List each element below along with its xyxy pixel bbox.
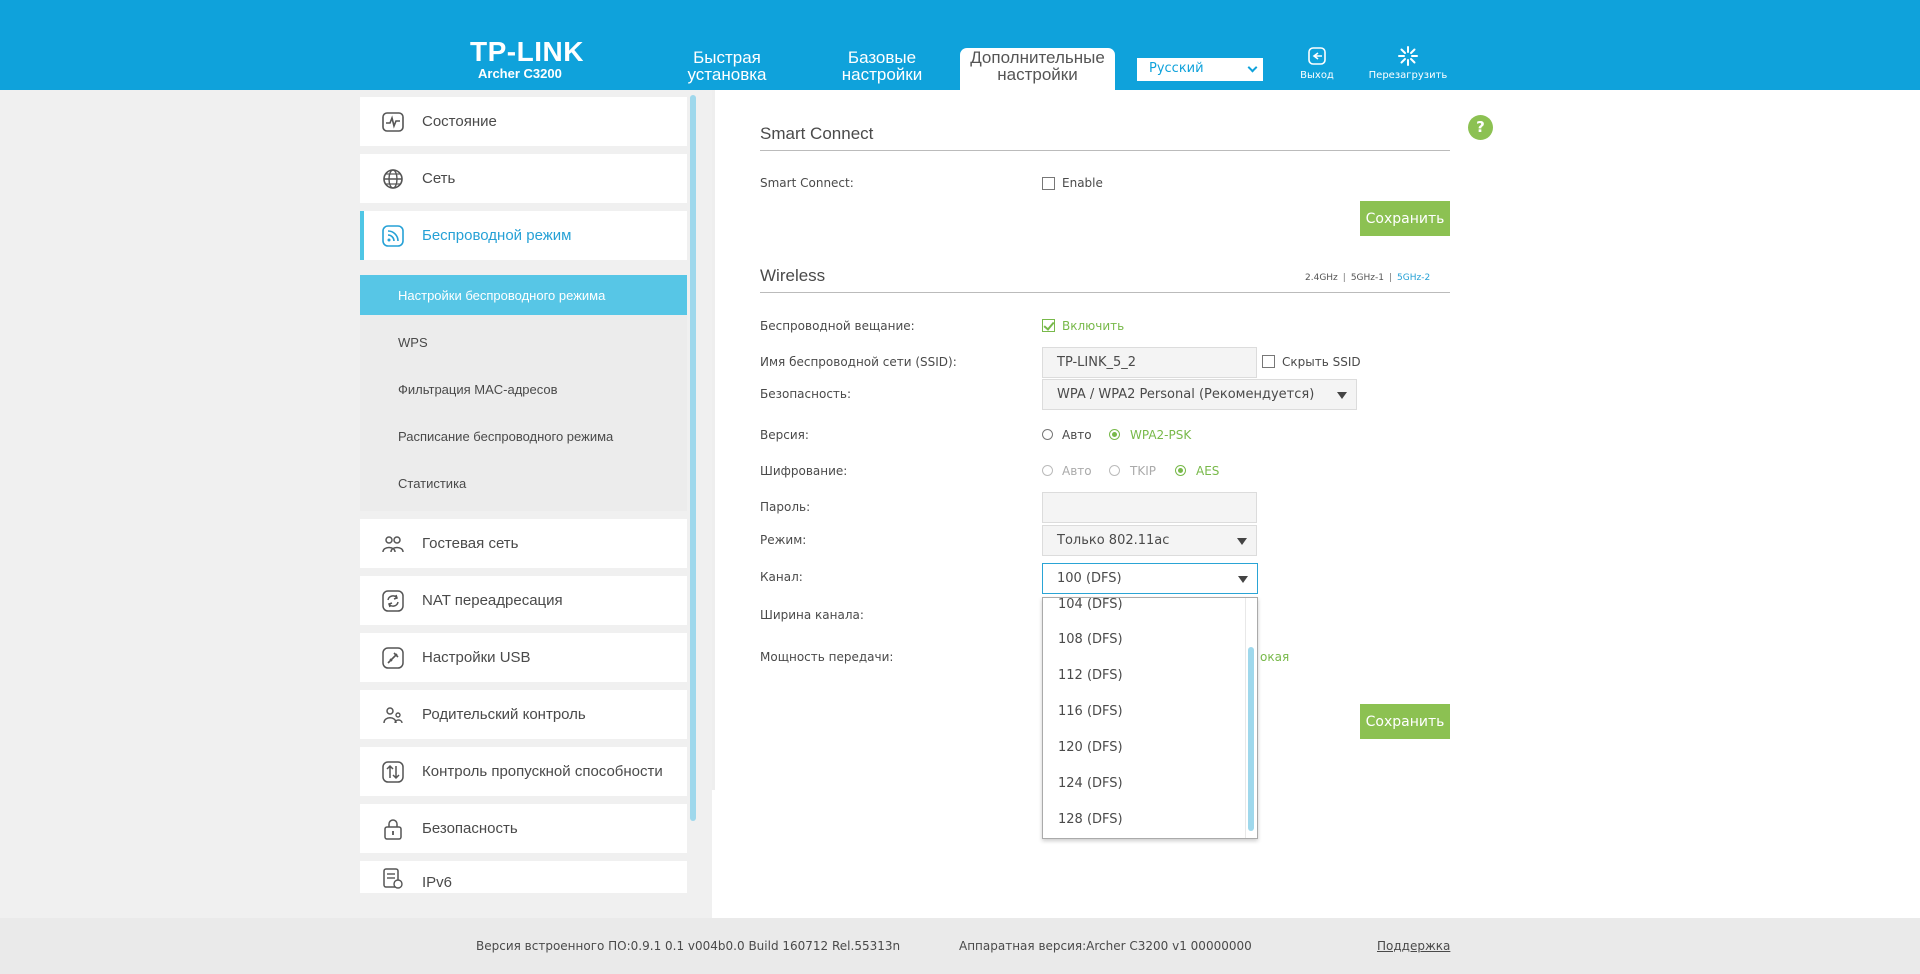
channel-option[interactable]: 128 (DFS) <box>1058 812 1123 827</box>
hardware-version: Аппаратная версия:Archer C3200 v1 000000… <box>959 939 1252 953</box>
status-icon <box>382 111 404 132</box>
encryption-auto-label: Авто <box>1062 464 1092 478</box>
reboot-icon <box>1398 46 1418 66</box>
usb-icon <box>382 646 404 669</box>
broadcast-value: Включить <box>1062 319 1125 333</box>
lock-icon <box>384 818 402 840</box>
security-select[interactable]: WPA / WPA2 Personal (Рекомендуется) <box>1042 379 1357 410</box>
smart-connect-label: Smart Connect: <box>760 176 854 190</box>
wifi-icon <box>382 224 404 247</box>
channel-option[interactable]: 104 (DFS) <box>1058 598 1123 612</box>
encryption-tkip-label: TKIP <box>1130 464 1156 478</box>
top-header: TP-LINK Archer C3200 Быстрая установка Б… <box>0 0 1920 90</box>
wireless-title: Wireless <box>760 266 826 285</box>
logout-icon <box>1308 47 1326 65</box>
version-label: Версия: <box>760 428 809 442</box>
firmware-version: Версия встроенного ПО:0.9.1 0.1 v004b0.0… <box>476 939 901 953</box>
encryption-aes-label: AES <box>1196 464 1220 478</box>
channel-width-label: Ширина канала: <box>760 608 864 622</box>
chevron-down-icon <box>1247 62 1258 73</box>
globe-icon <box>383 168 403 189</box>
band-tab-2-4ghz[interactable]: 2.4GHz <box>1305 273 1338 283</box>
tx-power-high-label: окая <box>1260 650 1290 664</box>
channel-label: Канал: <box>760 570 803 584</box>
sidebar-item-status[interactable]: Состояние <box>360 97 687 146</box>
language-select[interactable]: Русский <box>1137 58 1263 81</box>
chevron-down-icon <box>1238 575 1248 583</box>
channel-dropdown-list: 104 (DFS) 108 (DFS) 112 (DFS) 116 (DFS) … <box>1042 597 1258 839</box>
broadcast-checkbox[interactable] <box>1042 319 1055 332</box>
version-wpa2psk-label: WPA2-PSK <box>1130 428 1192 442</box>
submenu-statistics[interactable]: Статистика <box>360 463 687 503</box>
divider <box>760 292 1450 293</box>
wireless-save-button[interactable]: Сохранить <box>1360 704 1450 739</box>
encryption-aes-radio[interactable] <box>1175 465 1186 476</box>
sidebar-item-usb[interactable]: Настройки USB <box>360 633 687 682</box>
smart-connect-title: Smart Connect <box>760 124 874 143</box>
submenu-wireless-schedule[interactable]: Расписание беспроводного режима <box>360 416 687 456</box>
version-auto-label: Авто <box>1062 428 1092 442</box>
submenu-wps[interactable]: WPS <box>360 322 687 362</box>
submenu-mac-filter[interactable]: Фильтрация MAC-адресов <box>360 369 687 409</box>
logout-button[interactable]: Выход <box>1294 46 1340 81</box>
encryption-label: Шифрование: <box>760 464 848 478</box>
nat-icon <box>382 589 404 612</box>
hide-ssid-label: Скрыть SSID <box>1282 355 1361 369</box>
security-label: Безопасность: <box>760 387 852 401</box>
sidebar-item-bandwidth[interactable]: Контроль пропускной способности <box>360 747 687 796</box>
dropdown-scrollbar[interactable] <box>1248 647 1254 831</box>
broadcast-label: Беспроводной вещание: <box>760 319 915 333</box>
band-tabs: 2.4GHz | 5GHz-1 | 5GHz-2 <box>1305 273 1431 283</box>
version-wpa2psk-radio[interactable] <box>1109 429 1120 440</box>
tab-advanced[interactable]: Дополнительные настройки <box>960 48 1115 90</box>
channel-select[interactable]: 100 (DFS) <box>1042 563 1258 594</box>
channel-option[interactable]: 108 (DFS) <box>1058 632 1123 647</box>
support-link[interactable]: Поддержка <box>1377 939 1450 953</box>
encryption-auto-radio[interactable] <box>1042 465 1053 476</box>
help-button[interactable]: ? <box>1468 115 1493 140</box>
chevron-down-icon <box>1337 391 1347 399</box>
sidebar-item-nat[interactable]: NAT переадресация <box>360 576 687 625</box>
tab-basic[interactable]: Базовые настройки <box>826 48 938 90</box>
tx-power-label: Мощность передачи: <box>760 650 894 664</box>
sidebar-item-parental-control[interactable]: Родительский контроль <box>360 690 687 739</box>
sidebar-item-security[interactable]: Безопасность <box>360 804 687 853</box>
hide-ssid-checkbox[interactable] <box>1262 355 1275 368</box>
tp-link-logo: TP-LINK Archer C3200 <box>470 36 584 82</box>
sidebar-item-wireless[interactable]: Беспроводной режим <box>360 211 687 260</box>
band-tab-5ghz-1[interactable]: 5GHz-1 <box>1351 273 1384 283</box>
tab-quick-setup[interactable]: Быстрая установка <box>672 48 782 90</box>
channel-option[interactable]: 116 (DFS) <box>1058 704 1123 719</box>
sidebar-item-network[interactable]: Сеть <box>360 154 687 203</box>
chevron-down-icon <box>1237 537 1247 545</box>
channel-option[interactable]: 112 (DFS) <box>1058 668 1123 683</box>
bandwidth-icon <box>382 760 404 783</box>
reboot-button[interactable]: Перезагрузить <box>1366 46 1450 81</box>
mode-label: Режим: <box>760 533 807 547</box>
version-auto-radio[interactable] <box>1042 429 1053 440</box>
ssid-input[interactable]: TP-LINK_5_2 <box>1042 347 1257 378</box>
band-tab-5ghz-2[interactable]: 5GHz-2 <box>1397 273 1430 283</box>
password-input[interactable] <box>1042 492 1257 523</box>
sidebar-item-ipv6[interactable]: IPv6 <box>360 861 687 893</box>
ipv6-icon <box>383 868 403 889</box>
content-divider <box>712 90 715 790</box>
ssid-label: Имя беспроводной сети (SSID): <box>760 355 957 369</box>
mode-select[interactable]: Только 802.11ac <box>1042 525 1257 556</box>
smart-connect-enable-label: Enable <box>1062 176 1103 190</box>
divider <box>760 150 1450 151</box>
footer: Версия встроенного ПО:0.9.1 0.1 v004b0.0… <box>0 918 1920 974</box>
smart-connect-checkbox[interactable] <box>1042 177 1055 190</box>
encryption-tkip-radio[interactable] <box>1109 465 1120 476</box>
submenu-wireless-settings[interactable]: Настройки беспроводного режима <box>360 275 687 315</box>
guest-network-icon <box>382 535 404 552</box>
smart-connect-save-button[interactable]: Сохранить <box>1360 201 1450 236</box>
main-content <box>712 90 1920 918</box>
sidebar-scrollbar[interactable] <box>690 95 696 821</box>
password-label: Пароль: <box>760 500 811 514</box>
channel-option[interactable]: 124 (DFS) <box>1058 776 1123 791</box>
channel-option[interactable]: 120 (DFS) <box>1058 740 1123 755</box>
parental-control-icon <box>383 706 403 723</box>
sidebar-item-guest-network[interactable]: Гостевая сеть <box>360 519 687 568</box>
